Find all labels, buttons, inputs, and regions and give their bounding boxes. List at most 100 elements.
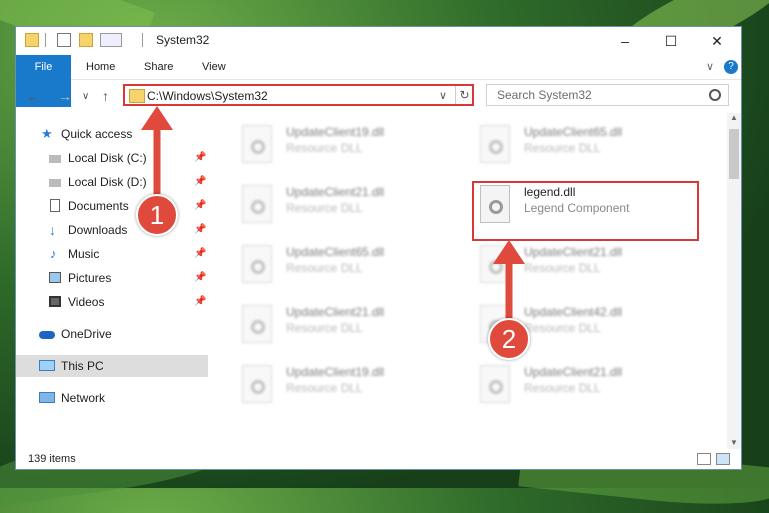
file-description: Resource DLL	[524, 381, 601, 395]
file-name: UpdateClient42.dll	[524, 305, 623, 319]
file-name: UpdateClient65.dll	[286, 245, 385, 259]
video-icon	[49, 296, 61, 307]
file-name: UpdateClient21.dll	[286, 305, 385, 319]
file-item[interactable]: UpdateClient21.dll Resource DLL	[476, 361, 706, 413]
sidebar-item-local-disk-c[interactable]: Local Disk (C:) 📌	[16, 147, 208, 169]
properties-icon[interactable]	[57, 33, 71, 47]
new-folder-icon[interactable]	[79, 33, 93, 47]
dll-file-icon	[480, 125, 510, 163]
file-name: UpdateClient21.dll	[286, 185, 385, 199]
sidebar-item-label: OneDrive	[61, 327, 112, 341]
tab-view[interactable]: View	[192, 55, 236, 79]
separator	[142, 33, 143, 47]
file-item[interactable]: UpdateClient21.dll Resource DLL	[238, 181, 468, 233]
sidebar-item-label: Local Disk (C:)	[68, 151, 147, 165]
file-item[interactable]: UpdateClient19.dll Resource DLL	[238, 121, 468, 173]
file-description: Resource DLL	[286, 321, 363, 335]
sidebar-item-label: This PC	[61, 359, 104, 373]
sidebar-item-label: Downloads	[68, 223, 128, 237]
sidebar-item-label: Videos	[68, 295, 105, 309]
maximize-button[interactable]: ☐	[648, 27, 694, 55]
help-icon[interactable]: ?	[724, 60, 738, 74]
folder-icon[interactable]	[25, 33, 39, 47]
sidebar-item-label: Pictures	[68, 271, 112, 285]
file-description: Resource DLL	[286, 141, 363, 155]
scroll-up-icon[interactable]: ▲	[730, 113, 738, 122]
navigation-pane: ★ Quick access Local Disk (C:) 📌 Local D…	[16, 121, 208, 439]
forward-button[interactable]: →	[58, 88, 72, 104]
tab-share[interactable]: Share	[134, 55, 183, 79]
pin-icon: 📌	[194, 176, 207, 187]
dll-file-icon	[242, 125, 272, 163]
star-icon: ★	[41, 126, 53, 141]
item-count: 139 items	[28, 453, 76, 465]
sidebar-item-quick-access[interactable]: ★ Quick access	[16, 123, 208, 145]
pin-icon: 📌	[194, 296, 207, 307]
network-icon	[39, 392, 55, 403]
quick-access-dropdown-icon[interactable]	[100, 33, 122, 47]
dll-file-icon	[480, 245, 510, 283]
file-name: UpdateClient21.dll	[524, 365, 623, 379]
dll-file-icon	[242, 245, 272, 283]
file-item[interactable]: UpdateClient21.dll Resource DLL	[476, 241, 706, 293]
address-dropdown-icon[interactable]: ∨	[439, 89, 447, 102]
sidebar-item-downloads[interactable]: ↓ Downloads 📌	[16, 219, 208, 241]
folder-icon	[129, 89, 145, 103]
drive-icon	[49, 179, 61, 187]
file-item[interactable]: UpdateClient65.dll Resource DLL	[238, 241, 468, 293]
file-item[interactable]: UpdateClient65.dll Resource DLL	[476, 121, 706, 173]
scroll-down-icon[interactable]: ▼	[730, 438, 738, 447]
download-icon: ↓	[49, 222, 56, 238]
document-icon	[50, 199, 60, 212]
sidebar-item-local-disk-d[interactable]: Local Disk (D:) 📌	[16, 171, 208, 193]
file-list: UpdateClient19.dll Resource DLL UpdateCl…	[224, 113, 726, 449]
file-name: UpdateClient65.dll	[524, 125, 623, 139]
sidebar-item-onedrive[interactable]: OneDrive	[16, 323, 208, 345]
file-name: UpdateClient21.dll	[524, 245, 623, 259]
sidebar-item-videos[interactable]: Videos 📌	[16, 291, 208, 313]
sidebar-item-this-pc[interactable]: This PC	[16, 355, 208, 377]
scrollbar-thumb[interactable]	[729, 129, 739, 179]
callout-badge-1: 1	[136, 194, 178, 236]
navigation-bar: ← → ∨ ↑ C:\Windows\System32 ∨ ↻ Search S…	[16, 80, 741, 112]
up-button[interactable]: ↑	[102, 88, 109, 104]
file-description: Resource DLL	[286, 201, 363, 215]
ribbon-expand-icon[interactable]: ∨	[696, 55, 724, 79]
search-placeholder: Search System32	[497, 88, 592, 102]
sidebar-item-documents[interactable]: Documents 📌	[16, 195, 208, 217]
file-description: Resource DLL	[524, 141, 601, 155]
pin-icon: 📌	[194, 272, 207, 283]
file-description: Resource DLL	[286, 381, 363, 395]
details-view-icon[interactable]	[697, 453, 711, 465]
sidebar-item-label: Network	[61, 391, 106, 405]
address-bar[interactable]: C:\Windows\System32 ∨ ↻	[123, 84, 474, 106]
large-icons-view-icon[interactable]	[716, 453, 730, 465]
file-description: Resource DLL	[524, 261, 601, 275]
refresh-button[interactable]: ↻	[455, 86, 473, 104]
file-item[interactable]: UpdateClient21.dll Resource DLL	[238, 301, 468, 353]
picture-icon	[49, 272, 61, 283]
separator	[45, 33, 46, 47]
back-button[interactable]: ←	[26, 88, 40, 104]
pin-icon: 📌	[194, 224, 207, 235]
tab-home[interactable]: Home	[76, 55, 125, 79]
sidebar-item-network[interactable]: Network	[16, 387, 208, 409]
dll-file-icon	[242, 185, 272, 223]
explorer-window: System32 – ☐ ✕ File Home Share View ∨ ? …	[15, 26, 742, 470]
computer-icon	[39, 360, 55, 371]
vertical-scrollbar[interactable]: ▲ ▼	[727, 113, 741, 449]
music-icon: ♪	[50, 246, 57, 261]
search-input[interactable]: Search System32	[486, 84, 729, 106]
close-button[interactable]: ✕	[694, 27, 740, 55]
sidebar-item-pictures[interactable]: Pictures 📌	[16, 267, 208, 289]
recent-locations-button[interactable]: ∨	[82, 91, 89, 102]
sidebar-item-label: Quick access	[61, 127, 133, 141]
sidebar-item-music[interactable]: ♪ Music 📌	[16, 243, 208, 265]
sidebar-item-label: Music	[68, 247, 100, 261]
file-name: UpdateClient19.dll	[286, 125, 385, 139]
pin-icon: 📌	[194, 152, 207, 163]
file-item[interactable]: UpdateClient19.dll Resource DLL	[238, 361, 468, 413]
dll-file-icon	[242, 305, 272, 343]
title-bar: System32 – ☐ ✕	[16, 27, 741, 55]
minimize-button[interactable]: –	[602, 27, 648, 55]
